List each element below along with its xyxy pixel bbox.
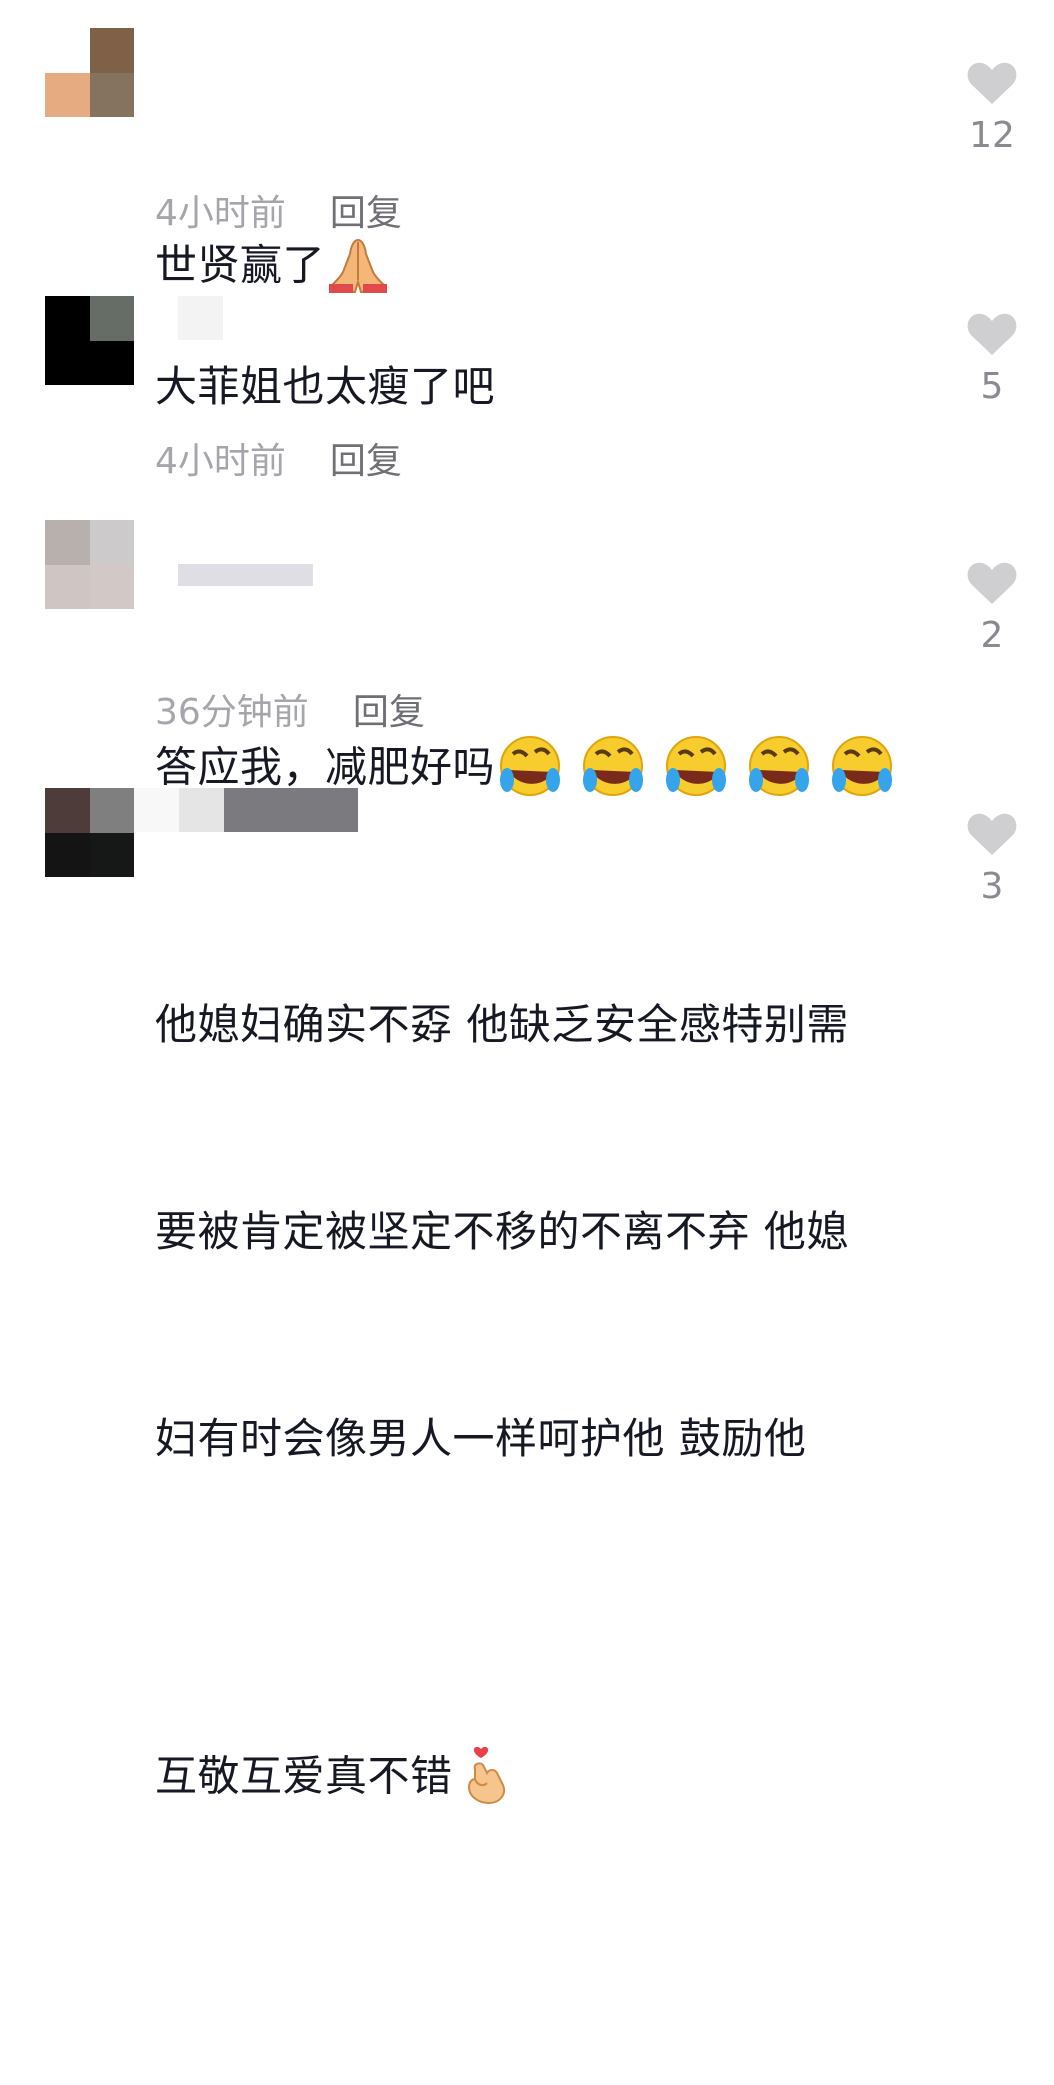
username-pixel	[134, 788, 179, 832]
avatar-pixel	[90, 296, 134, 341]
username-pixel	[178, 296, 223, 340]
comment-text-line: 他媳妇确实不孬 他缺乏安全感特别需	[155, 1000, 849, 1049]
heart-icon[interactable]	[966, 60, 1018, 106]
heart-icon[interactable]	[966, 560, 1018, 606]
comment-meta: 4小时前 回复	[155, 192, 402, 236]
avatar[interactable]	[45, 520, 134, 609]
heart-icon[interactable]	[966, 311, 1018, 357]
avatar-pixel	[45, 341, 90, 385]
comment-text-line-last: 互敬互爱真不错	[155, 1611, 945, 1947]
avatar-pixel	[90, 565, 134, 609]
like-count: 12	[969, 115, 1015, 156]
comment-meta: 4小时前 回复	[155, 440, 402, 484]
avatar-pixel	[45, 833, 90, 877]
username-pixel	[178, 564, 313, 586]
comment-text-line: 互敬互爱真不错	[155, 1751, 453, 1801]
reply-button[interactable]: 回复	[330, 440, 402, 484]
comment-timestamp: 4小时前	[155, 193, 286, 234]
avatar-pixel	[90, 833, 134, 877]
comment-timestamp: 36分钟前	[155, 692, 309, 733]
username[interactable]	[178, 564, 313, 586]
finger-heart-emoji	[463, 1607, 574, 1943]
avatar-pixel	[90, 520, 134, 565]
username-pixel	[224, 788, 358, 832]
like-control: 2	[962, 560, 1022, 658]
avatar-pixel	[45, 73, 90, 117]
avatar-pixel	[90, 788, 134, 833]
comment-list-screen: { "comments": [ { "text": "世贤赢了", "time"…	[0, 0, 1054, 1805]
like-control: 5	[962, 311, 1022, 409]
avatar[interactable]	[45, 788, 134, 877]
avatar[interactable]	[45, 296, 134, 385]
like-count: 2	[980, 615, 1004, 656]
avatar-pixel	[90, 341, 134, 385]
like-count: 5	[980, 366, 1004, 407]
username[interactable]	[178, 296, 223, 340]
reply-button[interactable]: 回复	[353, 691, 425, 735]
username-pixel	[179, 788, 224, 832]
avatar-pixel	[45, 788, 90, 833]
avatar-pixel	[45, 565, 90, 609]
heart-icon[interactable]	[966, 811, 1018, 857]
comment-text: 他媳妇确实不孬 他缺乏安全感特别需 要被肯定被坚定不移的不离不弃 他媳 妇有时会…	[155, 852, 945, 2085]
avatar-pixel	[90, 73, 134, 117]
comment-meta: 36分钟前 回复	[155, 691, 425, 735]
username[interactable]	[134, 788, 358, 832]
avatar-pixel	[45, 296, 90, 341]
comment-text: 大菲姐也太瘦了吧	[155, 362, 496, 411]
comment-text-line: 妇有时会像男人一样呵护他 鼓励他	[155, 1414, 807, 1463]
reply-button[interactable]: 回复	[330, 192, 402, 236]
comment-text-line: 要被肯定被坚定不移的不离不弃 他媳	[155, 1207, 849, 1256]
comment-timestamp: 4小时前	[155, 441, 286, 482]
like-count: 3	[980, 866, 1004, 907]
like-control: 3	[962, 811, 1022, 909]
avatar-pixel	[45, 520, 90, 565]
avatar[interactable]	[45, 28, 134, 117]
avatar-pixel	[90, 28, 134, 73]
like-control: 12	[962, 60, 1022, 158]
avatar-pixel	[45, 28, 90, 73]
